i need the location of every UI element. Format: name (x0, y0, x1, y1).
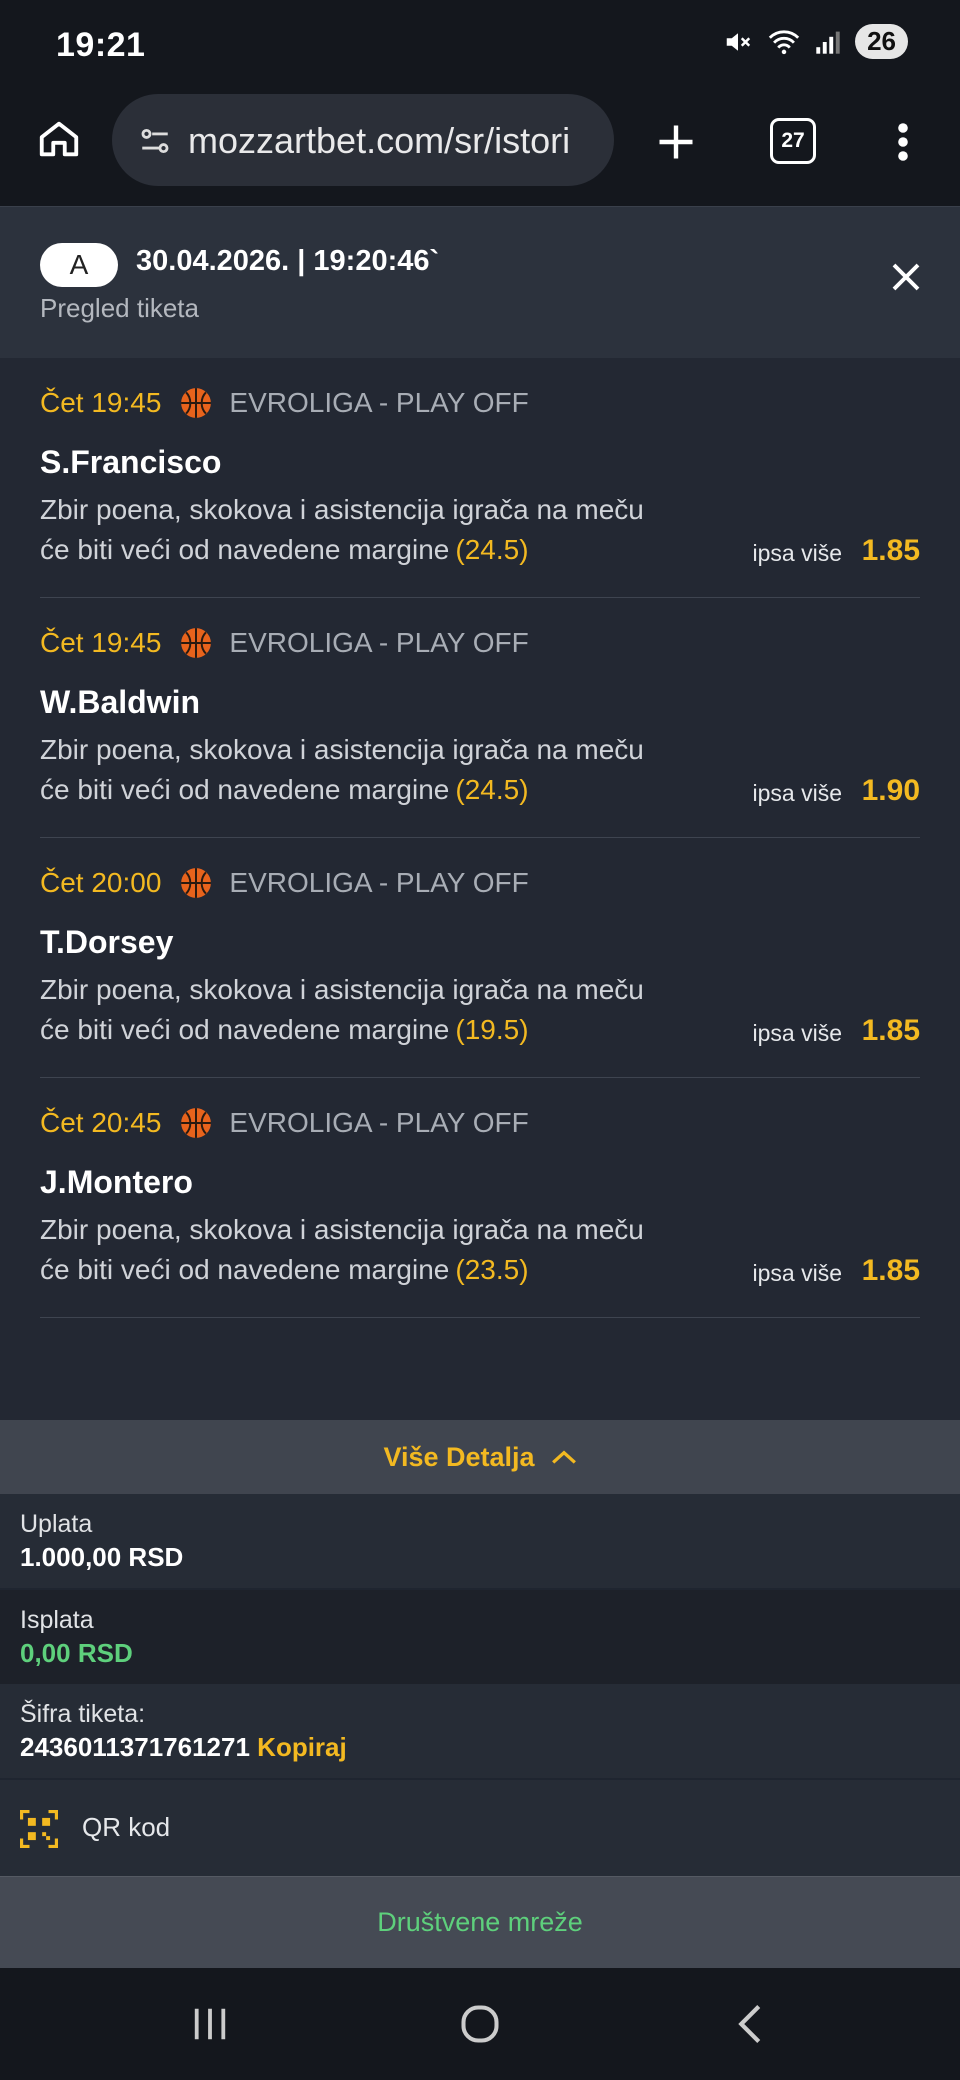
url-text[interactable]: mozzartbet.com/sr/istori (188, 120, 608, 162)
qr-code-label: QR kod (82, 1812, 171, 1842)
bet-league: EVROLIGA - PLAY OFF (229, 867, 529, 898)
bet-description-2: će biti veći od navedene margine (40, 1014, 450, 1045)
bet-item: Čet 20:45 EVROLIGA - PLAY OFF J.Montero … (40, 1078, 920, 1318)
qr-code-icon (20, 1810, 58, 1848)
more-details-toggle[interactable]: Više Detalja (0, 1420, 960, 1494)
bet-description: Zbir poena, skokova i asistencija igrača… (40, 974, 644, 1005)
bet-description: Zbir poena, skokova i asistencija igrača… (40, 734, 644, 765)
bet-margin: (24.5) (455, 534, 529, 565)
payment-label: Uplata (20, 1510, 93, 1538)
signal-icon (816, 31, 840, 54)
bet-pick: ipsa više (752, 1260, 842, 1286)
bet-description-2: će biti veći od navedene margine (40, 534, 450, 565)
system-nav-bar (0, 1968, 960, 2080)
bet-pick: ipsa više (752, 780, 842, 806)
bet-league: EVROLIGA - PLAY OFF (229, 387, 529, 418)
bet-time: Čet 20:00 (40, 867, 162, 898)
qr-code-row[interactable]: QR kod (0, 1780, 960, 1876)
payment-row: Uplata 1.000,00 RSD (0, 1494, 960, 1588)
basketball-icon (181, 1108, 212, 1138)
ticket-badge: A (40, 243, 118, 287)
recent-apps-icon[interactable] (180, 1998, 240, 2050)
ticket-code-label: Šifra tiketa: (20, 1700, 146, 1728)
bet-player: S.Francisco (40, 444, 222, 480)
battery-indicator: 26 (855, 24, 908, 59)
home-nav-icon[interactable] (450, 1998, 510, 2050)
browser-toolbar: mozzartbet.com/sr/istori 27 (0, 92, 960, 206)
bet-item: Čet 19:45 EVROLIGA - PLAY OFF S.Francisc… (40, 358, 920, 598)
bet-description-2: će biti veći od navedene margine (40, 774, 450, 805)
bet-list: Čet 19:45 EVROLIGA - PLAY OFF S.Francisc… (0, 358, 960, 1420)
bet-pick: ipsa više (752, 1020, 842, 1046)
bet-odd: 1.85 (861, 1014, 920, 1047)
bet-league: EVROLIGA - PLAY OFF (229, 1107, 529, 1138)
status-icons: 26 (723, 24, 908, 59)
payout-label: Isplata (20, 1606, 94, 1634)
wifi-icon (768, 29, 800, 54)
ticket-subtitle: Pregled tiketa (40, 293, 199, 323)
bet-league: EVROLIGA - PLAY OFF (229, 627, 529, 658)
tabs-count: 27 (781, 129, 805, 152)
social-networks-button[interactable]: Društvene mreže (0, 1876, 960, 1968)
bet-pick: ipsa više (752, 540, 842, 566)
status-time: 19:21 (56, 26, 146, 64)
ticket-code-value: 2436011371761271 (20, 1732, 250, 1762)
bet-description: Zbir poena, skokova i asistencija igrača… (40, 494, 644, 525)
bet-odd: 1.85 (861, 1254, 920, 1287)
payment-value: 1.000,00 RSD (20, 1542, 184, 1572)
bet-player: J.Montero (40, 1164, 193, 1200)
more-menu-icon[interactable] (888, 112, 918, 172)
bet-description-2: će biti veći od navedene margine (40, 1254, 450, 1285)
bet-margin: (23.5) (455, 1254, 529, 1285)
basketball-icon (181, 388, 212, 418)
bet-player: T.Dorsey (40, 924, 174, 960)
ticket-code-row: Šifra tiketa: 2436011371761271 Kopiraj (0, 1684, 960, 1778)
mute-icon (726, 32, 751, 51)
payout-row: Isplata 0,00 RSD (0, 1590, 960, 1684)
bet-margin: (19.5) (455, 1014, 529, 1045)
bet-odd: 1.90 (861, 774, 920, 807)
chevron-up-icon (551, 1450, 576, 1464)
bet-time: Čet 19:45 (40, 627, 162, 658)
address-bar[interactable]: mozzartbet.com/sr/istori (112, 94, 614, 186)
bet-time: Čet 20:45 (40, 1107, 162, 1138)
tab-switcher-button[interactable]: 27 (770, 118, 816, 164)
copy-button[interactable]: Kopiraj (257, 1732, 347, 1762)
bet-description: Zbir poena, skokova i asistencija igrača… (40, 1214, 644, 1245)
bet-item: Čet 20:00 EVROLIGA - PLAY OFF T.Dorsey Z… (40, 838, 920, 1078)
ticket-header: A 30.04.2026. | 19:20:46` Pregled tiketa (0, 206, 960, 358)
bet-item: Čet 19:45 EVROLIGA - PLAY OFF W.Baldwin … (40, 598, 920, 838)
close-icon[interactable] (888, 259, 924, 300)
more-details-label: Više Detalja (383, 1441, 535, 1472)
ticket-datetime: 30.04.2026. | 19:20:46` (136, 245, 440, 277)
bet-time: Čet 19:45 (40, 387, 162, 418)
status-bar: 19:21 26 (0, 0, 960, 92)
basketball-icon (181, 628, 212, 658)
site-settings-icon[interactable] (138, 124, 172, 158)
bet-margin: (24.5) (455, 774, 529, 805)
back-icon[interactable] (720, 1998, 780, 2050)
basketball-icon (181, 868, 212, 898)
bet-player: W.Baldwin (40, 684, 200, 720)
new-tab-icon[interactable] (648, 114, 704, 170)
home-icon[interactable] (34, 114, 84, 164)
social-networks-label: Društvene mreže (377, 1907, 583, 1937)
payout-value: 0,00 RSD (20, 1638, 133, 1668)
bet-odd: 1.85 (861, 534, 920, 567)
